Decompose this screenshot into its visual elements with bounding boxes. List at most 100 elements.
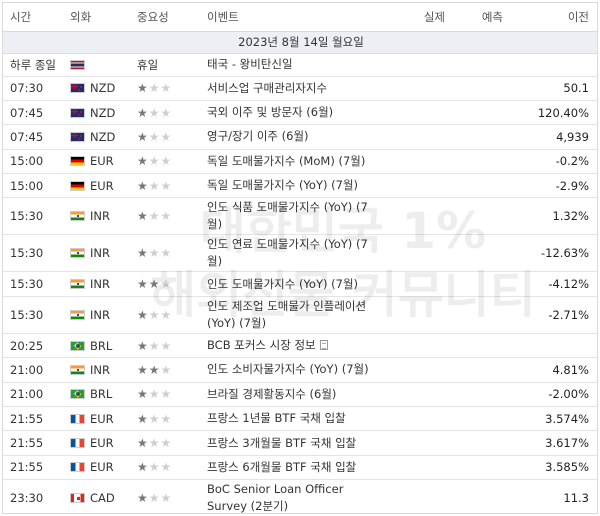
table-row[interactable]: 20:25 BRL ★★★ BCB 포커스 시장 정보 bbox=[3, 333, 597, 359]
row-importance: ★★★ bbox=[127, 479, 203, 513]
star-empty-icon: ★ bbox=[148, 307, 161, 322]
star-empty-icon: ★ bbox=[160, 129, 173, 144]
row-currency-cell: NZD bbox=[65, 124, 127, 150]
table-row[interactable]: 21:55 EUR ★★★ 프랑스 6개월물 BTF 국채 입찰 3.585% bbox=[3, 455, 597, 481]
row-forecast bbox=[449, 124, 507, 150]
row-event[interactable]: 프랑스 3개월물 BTF 국채 입찰 bbox=[203, 430, 377, 456]
holiday-flag-cell bbox=[65, 53, 127, 77]
header-time[interactable]: 시간 bbox=[3, 3, 65, 32]
row-importance: ★★★ bbox=[127, 100, 203, 126]
row-forecast bbox=[449, 296, 507, 334]
row-event[interactable]: 인도 도매물가지수 (YoY) (7월) bbox=[203, 271, 377, 297]
header-actual[interactable]: 실제 bbox=[377, 3, 449, 32]
row-forecast bbox=[449, 479, 507, 513]
star-empty-icon: ★ bbox=[148, 411, 161, 426]
row-currency-cell: INR bbox=[65, 234, 127, 273]
star-empty-icon: ★ bbox=[148, 436, 161, 451]
row-time: 07:45 bbox=[3, 124, 65, 150]
table-row[interactable]: 07:45 NZD ★★★ 영구/장기 이주 (6월) 4,939 bbox=[3, 124, 597, 150]
row-currency: CAD bbox=[90, 491, 115, 506]
row-event-label: 독일 도매물가지수 (YoY) (7월) bbox=[207, 178, 359, 193]
star-filled-icon: ★ bbox=[137, 491, 149, 506]
row-previous: 50.1 bbox=[507, 76, 597, 101]
star-empty-icon: ★ bbox=[160, 209, 173, 224]
row-event[interactable]: 브라질 경제활동지수 (6월) bbox=[203, 382, 377, 408]
row-event[interactable]: 인도 소비자물가지수 (YoY) (7월) bbox=[203, 357, 377, 383]
row-event[interactable]: 영구/장기 이주 (6월) bbox=[203, 124, 377, 150]
table-row[interactable]: 15:30 INR ★★★ 인도 도매물가지수 (YoY) (7월) -4.12% bbox=[3, 271, 597, 297]
row-event[interactable]: BoC Senior Loan Officer Survey (2분기) bbox=[203, 479, 377, 513]
row-actual bbox=[377, 430, 449, 456]
row-event-label: 인도 소비자물가지수 (YoY) (7월) bbox=[207, 362, 369, 377]
row-time: 23:30 bbox=[3, 479, 65, 513]
table-row[interactable]: 07:30 NZD ★★★ 서비스업 구매관리자지수 50.1 bbox=[3, 76, 597, 101]
star-empty-icon: ★ bbox=[160, 362, 173, 377]
table-row[interactable]: 07:45 NZD ★★★ 국외 이주 및 방문자 (6월) 120.40% bbox=[3, 100, 597, 126]
row-actual bbox=[377, 234, 449, 273]
row-event[interactable]: 인도 식품 도매물가지수 (YoY) (7월) bbox=[203, 197, 377, 236]
document-icon[interactable] bbox=[319, 340, 328, 351]
row-event[interactable]: 인도 연료 도매물가지수 (YoY) (7월) bbox=[203, 234, 377, 273]
india-flag-icon bbox=[70, 364, 85, 375]
star-empty-icon: ★ bbox=[148, 491, 161, 506]
row-previous: 3.585% bbox=[507, 455, 597, 481]
table-row[interactable]: 21:55 EUR ★★★ 프랑스 1년물 BTF 국채 입찰 3.574% bbox=[3, 406, 597, 432]
row-event[interactable]: 인도 제조업 도매물가 인플레이션 (YoY) (7월) bbox=[203, 296, 377, 334]
row-event[interactable]: 프랑스 1년물 BTF 국채 입찰 bbox=[203, 406, 377, 432]
row-previous: 1.32% bbox=[507, 197, 597, 236]
row-time: 21:55 bbox=[3, 430, 65, 456]
row-importance: ★★★ bbox=[127, 455, 203, 481]
row-event[interactable]: 독일 도매물가지수 (YoY) (7월) bbox=[203, 173, 377, 199]
row-actual bbox=[377, 76, 449, 101]
table-row[interactable]: 23:30 CAD ★★★ BoC Senior Loan Officer Surve… bbox=[3, 479, 597, 513]
row-currency: EUR bbox=[90, 178, 114, 193]
header-importance[interactable]: 중요성 bbox=[127, 3, 203, 32]
star-filled-icon: ★ bbox=[137, 81, 149, 96]
star-empty-icon: ★ bbox=[148, 178, 161, 193]
table-row[interactable]: 21:00 BRL ★★★ 브라질 경제활동지수 (6월) -2.00% bbox=[3, 382, 597, 408]
star-empty-icon: ★ bbox=[160, 387, 173, 402]
star-filled-icon: ★ bbox=[137, 246, 149, 261]
row-event[interactable]: 국외 이주 및 방문자 (6월) bbox=[203, 100, 377, 126]
star-empty-icon: ★ bbox=[160, 436, 173, 451]
row-actual bbox=[377, 406, 449, 432]
row-actual bbox=[377, 124, 449, 150]
row-currency: INR bbox=[90, 307, 110, 322]
header-event[interactable]: 이벤트 bbox=[203, 3, 377, 32]
row-importance: ★★★ bbox=[127, 173, 203, 199]
header-forecast[interactable]: 예측 bbox=[449, 3, 507, 32]
holiday-row[interactable]: 하루 종일 휴일 태국 - 왕비탄신일 bbox=[3, 53, 597, 77]
row-previous: -12.63% bbox=[507, 234, 597, 273]
row-event[interactable]: 독일 도매물가지수 (MoM) (7월) bbox=[203, 149, 377, 175]
table-row[interactable]: 15:30 INR ★★★ 인도 제조업 도매물가 인플레이션 (YoY) (7월) -… bbox=[3, 296, 597, 334]
row-event[interactable]: 서비스업 구매관리자지수 bbox=[203, 76, 377, 101]
row-event-label: 프랑스 1년물 BTF 국채 입찰 bbox=[207, 411, 346, 426]
holiday-event[interactable]: 태국 - 왕비탄신일 bbox=[203, 53, 597, 77]
table-row[interactable]: 21:00 INR ★★★ 인도 소비자물가지수 (YoY) (7월) 4.81% bbox=[3, 357, 597, 383]
row-currency: EUR bbox=[90, 436, 114, 451]
row-actual bbox=[377, 173, 449, 199]
germany-flag-icon bbox=[70, 180, 85, 191]
date-label: 2023년 8월 14일 월요일 bbox=[3, 31, 597, 54]
row-previous: -2.71% bbox=[507, 296, 597, 334]
star-empty-icon: ★ bbox=[160, 81, 173, 96]
star-empty-icon: ★ bbox=[148, 460, 161, 475]
star-filled-icon: ★ bbox=[137, 338, 149, 353]
row-actual bbox=[377, 357, 449, 383]
header-previous[interactable]: 이전 bbox=[507, 3, 597, 32]
star-empty-icon: ★ bbox=[148, 81, 161, 96]
star-filled-icon: ★ bbox=[137, 277, 149, 292]
table-row[interactable]: 21:55 EUR ★★★ 프랑스 3개월물 BTF 국채 입찰 3.617% bbox=[3, 430, 597, 456]
table-row[interactable]: 15:00 EUR ★★★ 독일 도매물가지수 (MoM) (7월) -0.2% bbox=[3, 149, 597, 175]
row-currency-cell: NZD bbox=[65, 76, 127, 101]
row-forecast bbox=[449, 149, 507, 175]
row-currency-cell: INR bbox=[65, 357, 127, 383]
table-row[interactable]: 15:00 EUR ★★★ 독일 도매물가지수 (YoY) (7월) -2.9% bbox=[3, 173, 597, 199]
row-event-label: 인도 제조업 도매물가 인플레이션 (YoY) (7월) bbox=[207, 298, 367, 330]
header-currency[interactable]: 외화 bbox=[65, 3, 127, 32]
table-row[interactable]: 15:30 INR ★★★ 인도 식품 도매물가지수 (YoY) (7월) 1.32% bbox=[3, 197, 597, 236]
row-currency-cell: NZD bbox=[65, 100, 127, 126]
row-event[interactable]: 프랑스 6개월물 BTF 국채 입찰 bbox=[203, 455, 377, 481]
row-event[interactable]: BCB 포커스 시장 정보 bbox=[203, 333, 377, 359]
table-row[interactable]: 15:30 INR ★★★ 인도 연료 도매물가지수 (YoY) (7월) -12.63… bbox=[3, 234, 597, 273]
